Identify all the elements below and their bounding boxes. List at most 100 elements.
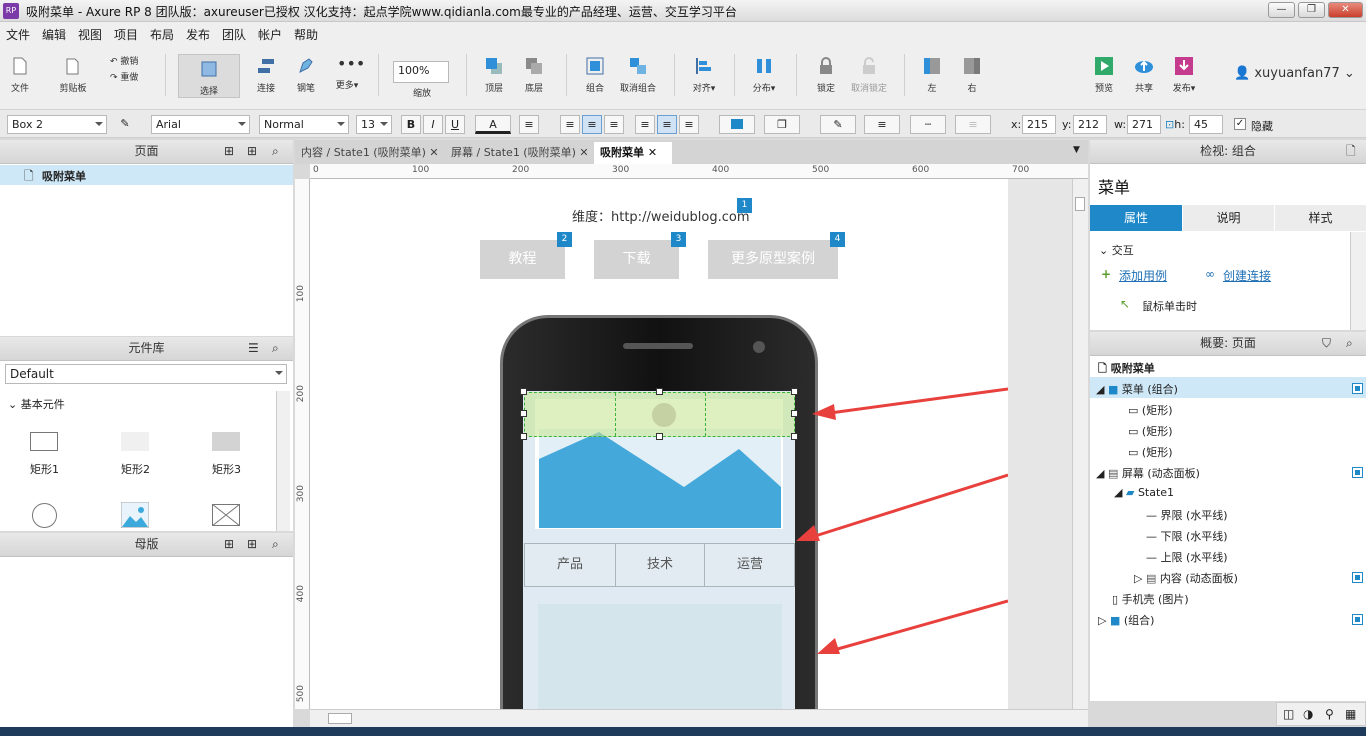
library-select[interactable]: Default	[5, 364, 287, 384]
close-button[interactable]: ✕	[1328, 2, 1363, 18]
align-left-text-icon[interactable]: ≡	[560, 115, 580, 134]
pen-button[interactable]: 钢笔	[292, 56, 320, 94]
outline-group[interactable]: ▷ ■ (组合)	[1098, 612, 1154, 628]
user-menu[interactable]: 👤 xuyuanfan77 ⌄	[1234, 66, 1358, 81]
group-button[interactable]: 组合	[580, 56, 610, 94]
align-right-button[interactable]: 右	[958, 56, 986, 94]
preview-button[interactable]: 预览	[1090, 56, 1118, 94]
menu-team[interactable]: 团队	[222, 26, 246, 43]
undo-button[interactable]: ↶ 撤销	[110, 54, 152, 67]
hidden-checkbox[interactable]: ✓	[1234, 118, 1246, 130]
outline-rect[interactable]: ▭ (矩形)	[1128, 444, 1173, 460]
resize-handle[interactable]	[656, 388, 663, 395]
outline-state1[interactable]: ◢ ▰ State1	[1114, 486, 1174, 499]
library-group[interactable]: ⌄ 基本元件	[8, 396, 65, 412]
scroll-thumb[interactable]	[1075, 197, 1085, 211]
add-page-icon[interactable]: ⊞	[224, 140, 234, 163]
theme-icon[interactable]: ◑	[1303, 707, 1313, 721]
rectangle1-widget[interactable]	[30, 432, 58, 451]
align-right-text-icon[interactable]: ≡	[604, 115, 624, 134]
library-scrollbar[interactable]	[276, 391, 290, 531]
line-color-button[interactable]: ✎	[820, 115, 856, 134]
visibility-checkbox[interactable]	[1352, 467, 1363, 478]
download-button[interactable]: 下载	[594, 240, 679, 279]
select-button[interactable]: 选择	[178, 54, 240, 98]
connect-button[interactable]: 连接	[252, 56, 280, 94]
add-folder-icon[interactable]: ⊞	[247, 533, 257, 556]
create-link-link[interactable]: 创建连接	[1223, 267, 1271, 284]
tool-icon[interactable]: ⚲	[1325, 707, 1334, 721]
annotation-badge[interactable]: 4	[830, 232, 845, 247]
format-painter-icon[interactable]: ✎	[115, 115, 135, 134]
rectangle2-widget[interactable]	[121, 432, 149, 451]
canvas-horizontal-scrollbar[interactable]	[310, 709, 1088, 727]
line-width-button[interactable]: ≡	[864, 115, 900, 134]
minimize-button[interactable]: —	[1268, 2, 1295, 18]
widget-name-field[interactable]: Box 2	[7, 115, 107, 134]
resize-handle[interactable]	[520, 388, 527, 395]
close-icon[interactable]: ✕	[648, 146, 657, 159]
align-left-button[interactable]: 左	[918, 56, 946, 94]
tabs-dropdown-icon[interactable]: ▼	[1073, 145, 1080, 155]
align-center-text-icon[interactable]: ≡	[582, 115, 602, 134]
outline-hline[interactable]: — 界限 (水平线)	[1146, 507, 1228, 523]
outline-hline[interactable]: — 上限 (水平线)	[1146, 549, 1228, 565]
bold-button[interactable]: B	[401, 115, 421, 134]
search-icon[interactable]: ⌕	[272, 337, 279, 360]
annotation-badge[interactable]: 3	[671, 232, 686, 247]
menu-file[interactable]: 文件	[6, 26, 30, 43]
font-weight-select[interactable]: Normal	[259, 115, 349, 134]
fill-color-button[interactable]	[719, 115, 755, 134]
page-icon[interactable]: 🗋	[1346, 140, 1356, 163]
bullet-list-icon[interactable]: ≡	[519, 115, 539, 134]
tab-menu[interactable]: 产品 技术 运营	[524, 543, 795, 587]
interaction-section[interactable]: ⌄ 交互	[1099, 242, 1134, 258]
page-item-selected[interactable]: 🗋 吸附菜单	[0, 165, 293, 185]
visibility-checkbox[interactable]	[1352, 614, 1363, 625]
menu-layout[interactable]: 布局	[150, 26, 174, 43]
circle-widget[interactable]	[32, 503, 57, 528]
font-family-select[interactable]: Arial	[151, 115, 250, 134]
menu-group-selected[interactable]	[524, 392, 795, 437]
menu-item-tech[interactable]: 技术	[615, 544, 705, 586]
menu-edit[interactable]: 编辑	[42, 26, 66, 43]
publish-button[interactable]: 发布▾	[1168, 56, 1200, 94]
align-button[interactable]: 对齐▾	[688, 56, 720, 94]
send-bottom-button[interactable]: 底层	[520, 56, 548, 94]
italic-button[interactable]: I	[423, 115, 443, 134]
close-icon[interactable]: ✕	[429, 146, 438, 159]
tab-content-state1[interactable]: 内容 / State1 (吸附菜单) ✕	[295, 142, 445, 164]
close-icon[interactable]: ✕	[579, 146, 588, 159]
font-color-button[interactable]: A	[475, 115, 511, 134]
font-size-select[interactable]: 13	[356, 115, 392, 134]
add-master-icon[interactable]: ⊞	[224, 533, 234, 556]
tab-main-page[interactable]: 吸附菜单 ✕	[594, 142, 672, 164]
outline-screen-panel[interactable]: ◢ ▤ 屏幕 (动态面板)	[1096, 465, 1200, 481]
valign-bottom-icon[interactable]: ≡	[679, 115, 699, 134]
more-button[interactable]: ••• 更多▾	[330, 56, 366, 92]
menu-item-operations[interactable]: 运营	[705, 544, 795, 586]
menu-item-product[interactable]: 产品	[525, 544, 615, 586]
inspector-scrollbar[interactable]	[1350, 232, 1366, 330]
image-widget[interactable]	[121, 502, 149, 528]
outline-content-panel[interactable]: ▷ ▤ 内容 (动态面板)	[1134, 570, 1238, 586]
bring-top-button[interactable]: 顶层	[480, 56, 508, 94]
resize-handle[interactable]	[520, 410, 527, 417]
tutorial-button[interactable]: 教程	[480, 240, 565, 279]
ungroup-button[interactable]: 取消组合	[618, 56, 658, 94]
file-button[interactable]: 文件	[6, 56, 34, 94]
tab-screen-state1[interactable]: 屏幕 / State1 (吸附菜单) ✕	[445, 142, 595, 164]
visibility-checkbox[interactable]	[1352, 383, 1363, 394]
add-case-link[interactable]: 添加用例	[1119, 267, 1167, 284]
split-view-icon[interactable]: ◫	[1283, 707, 1294, 721]
search-icon[interactable]: ⌕	[1346, 332, 1353, 355]
share-button[interactable]: 共享	[1128, 56, 1160, 94]
more-cases-button[interactable]: 更多原型案例	[708, 240, 838, 279]
canvas-vertical-scrollbar[interactable]	[1072, 179, 1088, 709]
menu-project[interactable]: 项目	[114, 26, 138, 43]
tab-properties[interactable]: 属性	[1090, 205, 1182, 231]
rectangle3-widget[interactable]	[212, 432, 240, 451]
annotation-badge[interactable]: 2	[557, 232, 572, 247]
scroll-thumb[interactable]	[328, 713, 352, 724]
outline-hline[interactable]: — 下限 (水平线)	[1146, 528, 1228, 544]
